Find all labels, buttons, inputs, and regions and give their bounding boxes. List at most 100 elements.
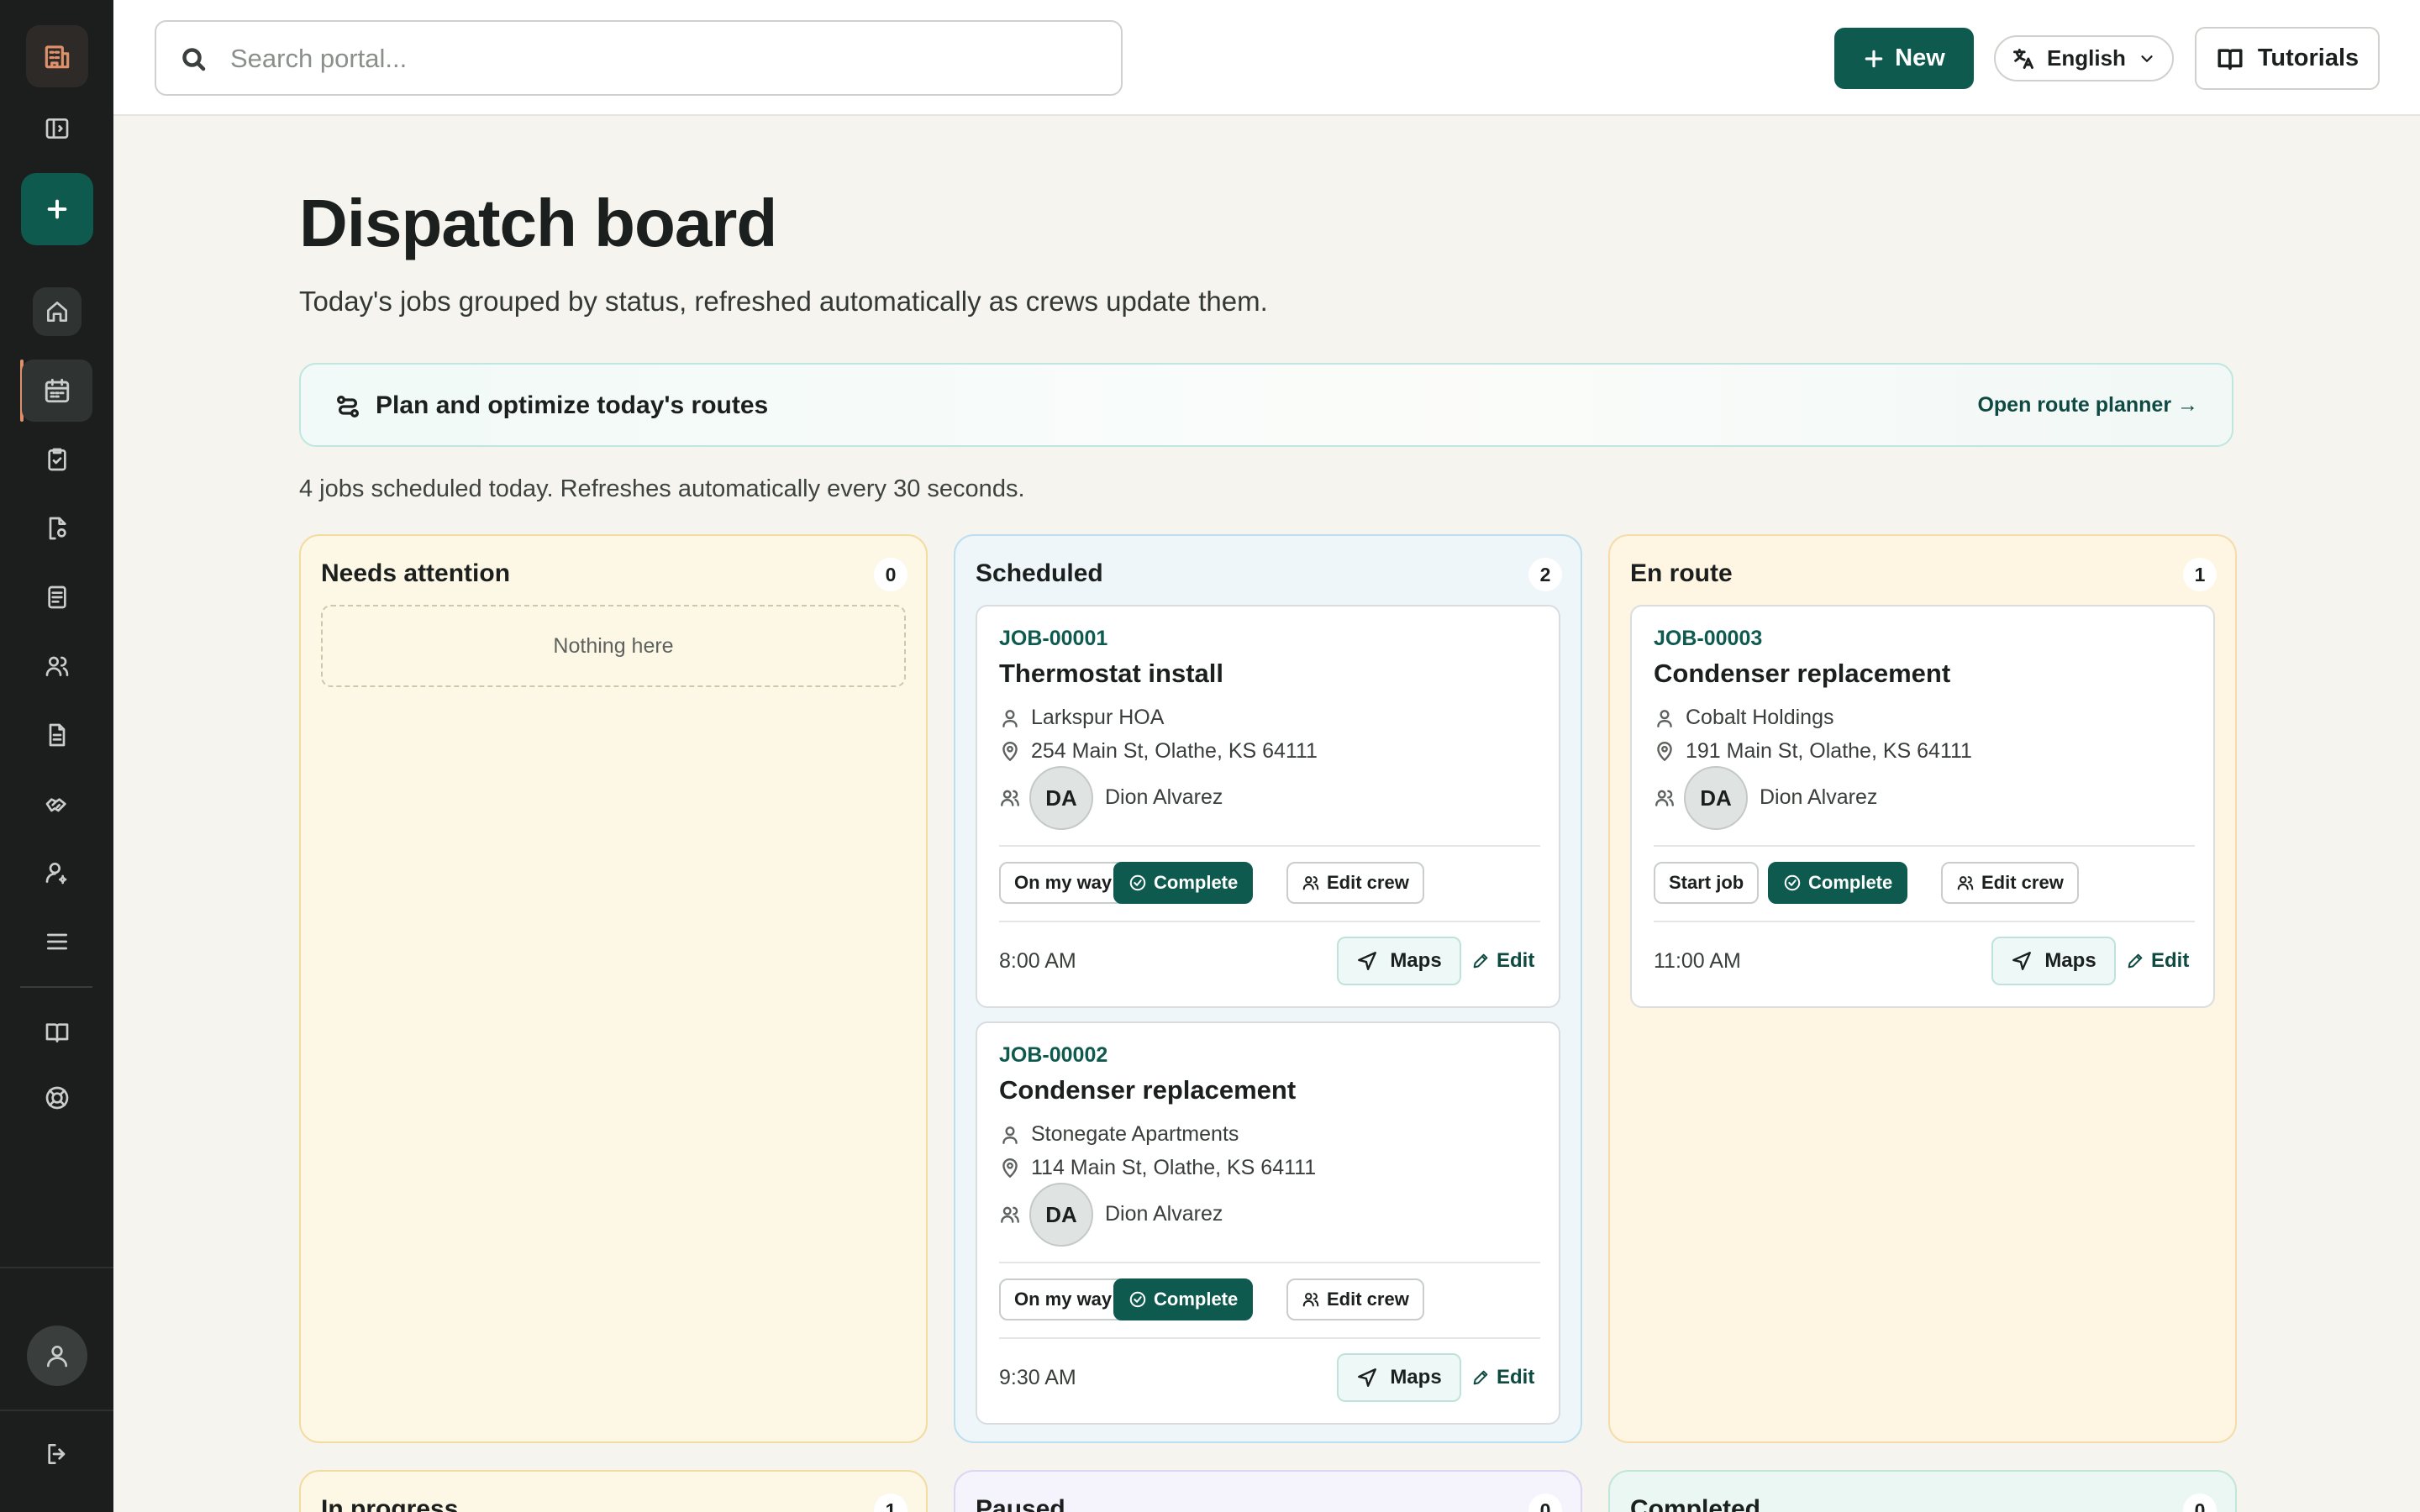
clipboard-check-icon[interactable] <box>33 435 82 484</box>
crew-name: Dion Alvarez <box>1105 785 1223 809</box>
empty-state: Nothing here <box>321 605 906 687</box>
chevron-down-icon <box>2141 55 2153 62</box>
chip-label: Complete <box>1154 1289 1239 1310</box>
open-route-planner-link[interactable]: Open route planner → <box>1977 393 2198 417</box>
maps-button[interactable]: Maps <box>1337 937 1461 985</box>
translate-icon <box>2013 48 2034 69</box>
topbar: New English Tutorials <box>113 0 2420 116</box>
route-banner: Plan and optimize today's routes Open ro… <box>299 363 2233 447</box>
collapse-sidebar-icon[interactable] <box>33 104 82 153</box>
edit-label: Edit <box>2151 949 2190 972</box>
job-card[interactable]: JOB-00002 Condenser replacement Stonegat… <box>976 1021 1560 1425</box>
maps-button[interactable]: Maps <box>1337 1353 1461 1402</box>
edit-button[interactable]: Edit <box>1471 937 1534 985</box>
job-customer: Cobalt Holdings <box>1686 706 1834 729</box>
crew-icon <box>1001 1206 1019 1223</box>
page-title: Dispatch board <box>299 186 777 260</box>
start-job-button[interactable]: Start job <box>1654 862 1760 904</box>
edit-crew-button[interactable]: Edit crew <box>1286 1278 1424 1320</box>
on-my-way-button[interactable]: On my way <box>999 1278 1128 1320</box>
page-subtitle: Today's jobs grouped by status, refreshe… <box>299 286 1268 317</box>
users-icon[interactable] <box>33 642 82 690</box>
crew-name: Dion Alvarez <box>1105 1202 1223 1226</box>
job-id[interactable]: JOB-00002 <box>999 1043 1107 1068</box>
tutorials-button[interactable]: Tutorials <box>2195 27 2380 90</box>
job-id[interactable]: JOB-00001 <box>999 627 1107 651</box>
column-scheduled: Scheduled 2 JOB-00001 Thermostat install… <box>954 534 1582 1443</box>
logout-icon[interactable] <box>33 1430 82 1478</box>
chip-label: Start job <box>1669 872 1744 893</box>
on-my-way-button[interactable]: On my way <box>999 862 1128 904</box>
complete-button[interactable]: Complete <box>1113 1278 1254 1320</box>
users-icon <box>1302 876 1319 890</box>
maps-label: Maps <box>2044 949 2096 972</box>
chip-label: On my way <box>1014 1289 1113 1310</box>
job-customer: Stonegate Apartments <box>1031 1122 1239 1146</box>
edit-crew-button[interactable]: Edit crew <box>1941 862 2079 904</box>
column-title: Scheduled <box>976 559 1103 587</box>
complete-button[interactable]: Complete <box>1768 862 1908 904</box>
menu-icon[interactable] <box>33 917 82 966</box>
home-icon[interactable] <box>32 287 82 336</box>
chip-label: Complete <box>1808 872 1893 893</box>
card-divider <box>999 921 1540 922</box>
column-paused: Paused 0 <box>954 1470 1582 1512</box>
map-pin-icon <box>1002 1158 1018 1178</box>
document-icon[interactable] <box>33 711 82 759</box>
book-icon[interactable] <box>33 1008 82 1057</box>
route-icon <box>337 396 359 417</box>
crew-avatar: DA <box>1684 766 1748 830</box>
job-card[interactable]: JOB-00001 Thermostat install Larkspur HO… <box>976 605 1560 1008</box>
column-title: Needs attention <box>321 559 511 587</box>
edit-button[interactable]: Edit <box>1471 1353 1534 1402</box>
search-input[interactable] <box>230 37 1104 81</box>
job-time: 9:30 AM <box>999 1366 1076 1389</box>
edit-button[interactable]: Edit <box>2126 937 2189 985</box>
sidebar-divider-bottom <box>0 1267 113 1268</box>
navigation-icon <box>1358 952 1377 970</box>
user-settings-icon[interactable] <box>33 848 82 897</box>
users-icon <box>1957 876 1974 890</box>
maps-button[interactable]: Maps <box>1991 937 2116 985</box>
job-customer: Larkspur HOA <box>1031 706 1165 729</box>
job-address: 114 Main St, Olathe, KS 64111 <box>1031 1156 1317 1179</box>
check-circle-icon <box>1784 874 1801 891</box>
calendar-icon[interactable] <box>21 360 92 422</box>
edit-crew-button[interactable]: Edit crew <box>1286 862 1424 904</box>
sidebar-new-button[interactable] <box>20 173 93 245</box>
job-address: 191 Main St, Olathe, KS 64111 <box>1686 739 1972 763</box>
user-icon <box>1657 710 1672 727</box>
logo-icon[interactable] <box>25 25 88 87</box>
settings-file-icon[interactable] <box>33 504 82 553</box>
user-icon[interactable] <box>26 1326 87 1386</box>
document-list-icon[interactable] <box>33 573 82 622</box>
job-id[interactable]: JOB-00003 <box>1654 627 1762 651</box>
column-count: 1 <box>2183 558 2217 591</box>
edit-label: Edit <box>1497 1366 1535 1389</box>
map-pin-icon <box>1657 742 1672 761</box>
job-time: 8:00 AM <box>999 949 1076 973</box>
crew-icon <box>1001 790 1019 806</box>
column-count: 0 <box>1528 1494 1562 1512</box>
column-title: Completed <box>1630 1495 1761 1512</box>
status-line: 4 jobs scheduled today. Refreshes automa… <box>299 475 1025 502</box>
crew-icon <box>1655 790 1674 806</box>
navigation-icon <box>1358 1368 1377 1387</box>
crew-avatar: DA <box>1029 1183 1093 1247</box>
sidebar <box>0 0 113 1512</box>
job-card[interactable]: JOB-00003 Condenser replacement Cobalt H… <box>1630 605 2215 1008</box>
chip-label: Edit crew <box>1981 872 2064 893</box>
edit-label: Edit <box>1497 949 1535 972</box>
column-completed: Completed 0 <box>1608 1470 2237 1512</box>
handshake-icon[interactable] <box>33 780 82 828</box>
complete-button[interactable]: Complete <box>1113 862 1254 904</box>
job-address: 254 Main St, Olathe, KS 64111 <box>1031 739 1318 763</box>
card-divider <box>1654 921 2195 922</box>
language-select[interactable]: English <box>1994 35 2174 81</box>
tutorials-label: Tutorials <box>2257 45 2360 71</box>
maps-label: Maps <box>1390 949 1442 972</box>
new-button[interactable]: New <box>1834 28 1974 89</box>
lifebuoy-icon[interactable] <box>33 1074 82 1122</box>
search-box[interactable] <box>155 20 1123 96</box>
job-title: Condenser replacement <box>1654 659 1951 688</box>
